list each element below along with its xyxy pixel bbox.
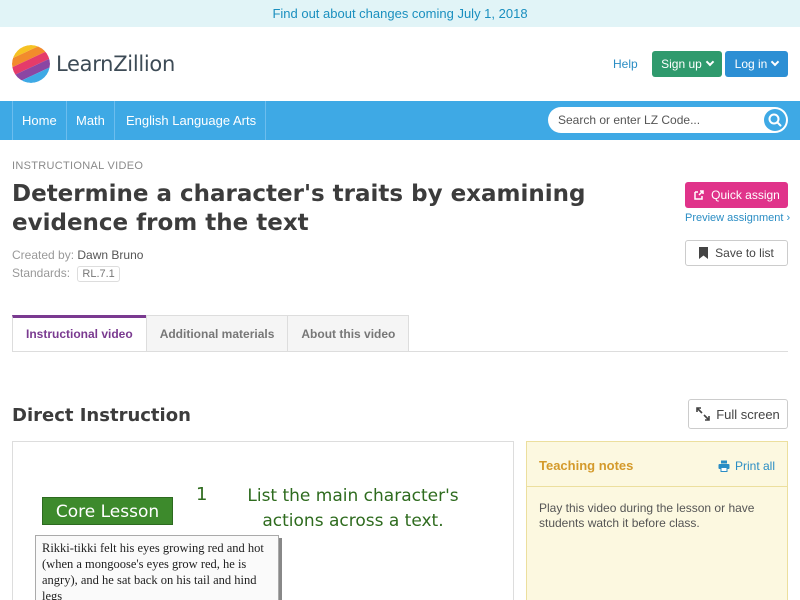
section-title: Direct Instruction: [12, 405, 191, 426]
text-excerpt: Rikki-tikki felt his eyes growing red an…: [35, 535, 279, 600]
chevron-down-icon: [705, 57, 715, 67]
fullscreen-label: Full screen: [716, 406, 780, 422]
step-number: 1: [196, 484, 208, 505]
quick-assign-label: Quick assign: [711, 188, 780, 202]
quick-assign-button[interactable]: Quick assign: [685, 182, 788, 208]
fullscreen-button[interactable]: Full screen: [688, 399, 788, 429]
search-box: [548, 107, 788, 133]
login-label: Log in: [734, 57, 768, 71]
core-lesson-badge: Core Lesson: [42, 497, 173, 525]
share-icon: [694, 190, 704, 200]
content-tabs: Instructional video Additional materials…: [12, 315, 410, 352]
page-title: Determine a character's traits by examin…: [12, 181, 586, 236]
tab-divider: [12, 351, 788, 352]
search-button[interactable]: [764, 109, 786, 131]
tab-about-video[interactable]: About this video: [287, 315, 410, 352]
tab-instructional-video[interactable]: Instructional video: [12, 315, 146, 352]
announcement-banner[interactable]: Find out about changes coming July 1, 20…: [0, 0, 800, 27]
bookmark-icon: [699, 247, 709, 259]
site-header: LearnZillion Help Sign up Log in: [0, 27, 800, 101]
teaching-notes-panel: Teaching notes Print all Play this video…: [526, 441, 788, 600]
print-all-button[interactable]: Print all: [718, 459, 775, 473]
nav-item-math[interactable]: Math: [67, 101, 115, 140]
logo-icon: [12, 45, 50, 83]
created-by: Created by: Dawn Bruno: [12, 248, 143, 262]
help-link[interactable]: Help: [613, 57, 638, 71]
teaching-notes-body: Play this video during the lesson or hav…: [539, 501, 755, 530]
expand-icon: [696, 407, 711, 421]
signup-label: Sign up: [661, 57, 702, 71]
created-by-label: Created by:: [12, 248, 75, 262]
login-button[interactable]: Log in: [725, 51, 788, 77]
print-all-label: Print all: [734, 459, 775, 473]
content-type-label: INSTRUCTIONAL VIDEO: [12, 160, 144, 172]
save-to-list-label: Save to list: [715, 246, 774, 260]
teaching-notes-header: Teaching notes Print all: [527, 442, 787, 487]
teaching-notes-title: Teaching notes: [539, 458, 634, 473]
save-to-list-button[interactable]: Save to list: [685, 240, 788, 266]
search-icon: [768, 113, 782, 127]
nav-item-home[interactable]: Home: [12, 101, 67, 140]
printer-icon: [718, 460, 730, 472]
preview-assignment-link[interactable]: Preview assignment ›: [685, 212, 790, 224]
logo-text: LearnZillion: [56, 52, 175, 76]
standard-tag[interactable]: RL.7.1: [77, 266, 120, 282]
standards: Standards: RL.7.1: [12, 266, 120, 282]
standards-label: Standards:: [12, 266, 71, 280]
step-text: List the main character's actions across…: [247, 486, 459, 531]
nav-item-ela[interactable]: English Language Arts: [117, 101, 267, 140]
author-name: Dawn Bruno: [77, 248, 144, 262]
chevron-down-icon: [771, 57, 780, 67]
signup-button[interactable]: Sign up: [652, 51, 722, 77]
logo[interactable]: LearnZillion: [12, 45, 175, 83]
video-player[interactable]: Core Lesson 1 List the main character's …: [12, 441, 514, 600]
search-input[interactable]: [548, 107, 763, 133]
tab-additional-materials[interactable]: Additional materials: [145, 315, 288, 352]
